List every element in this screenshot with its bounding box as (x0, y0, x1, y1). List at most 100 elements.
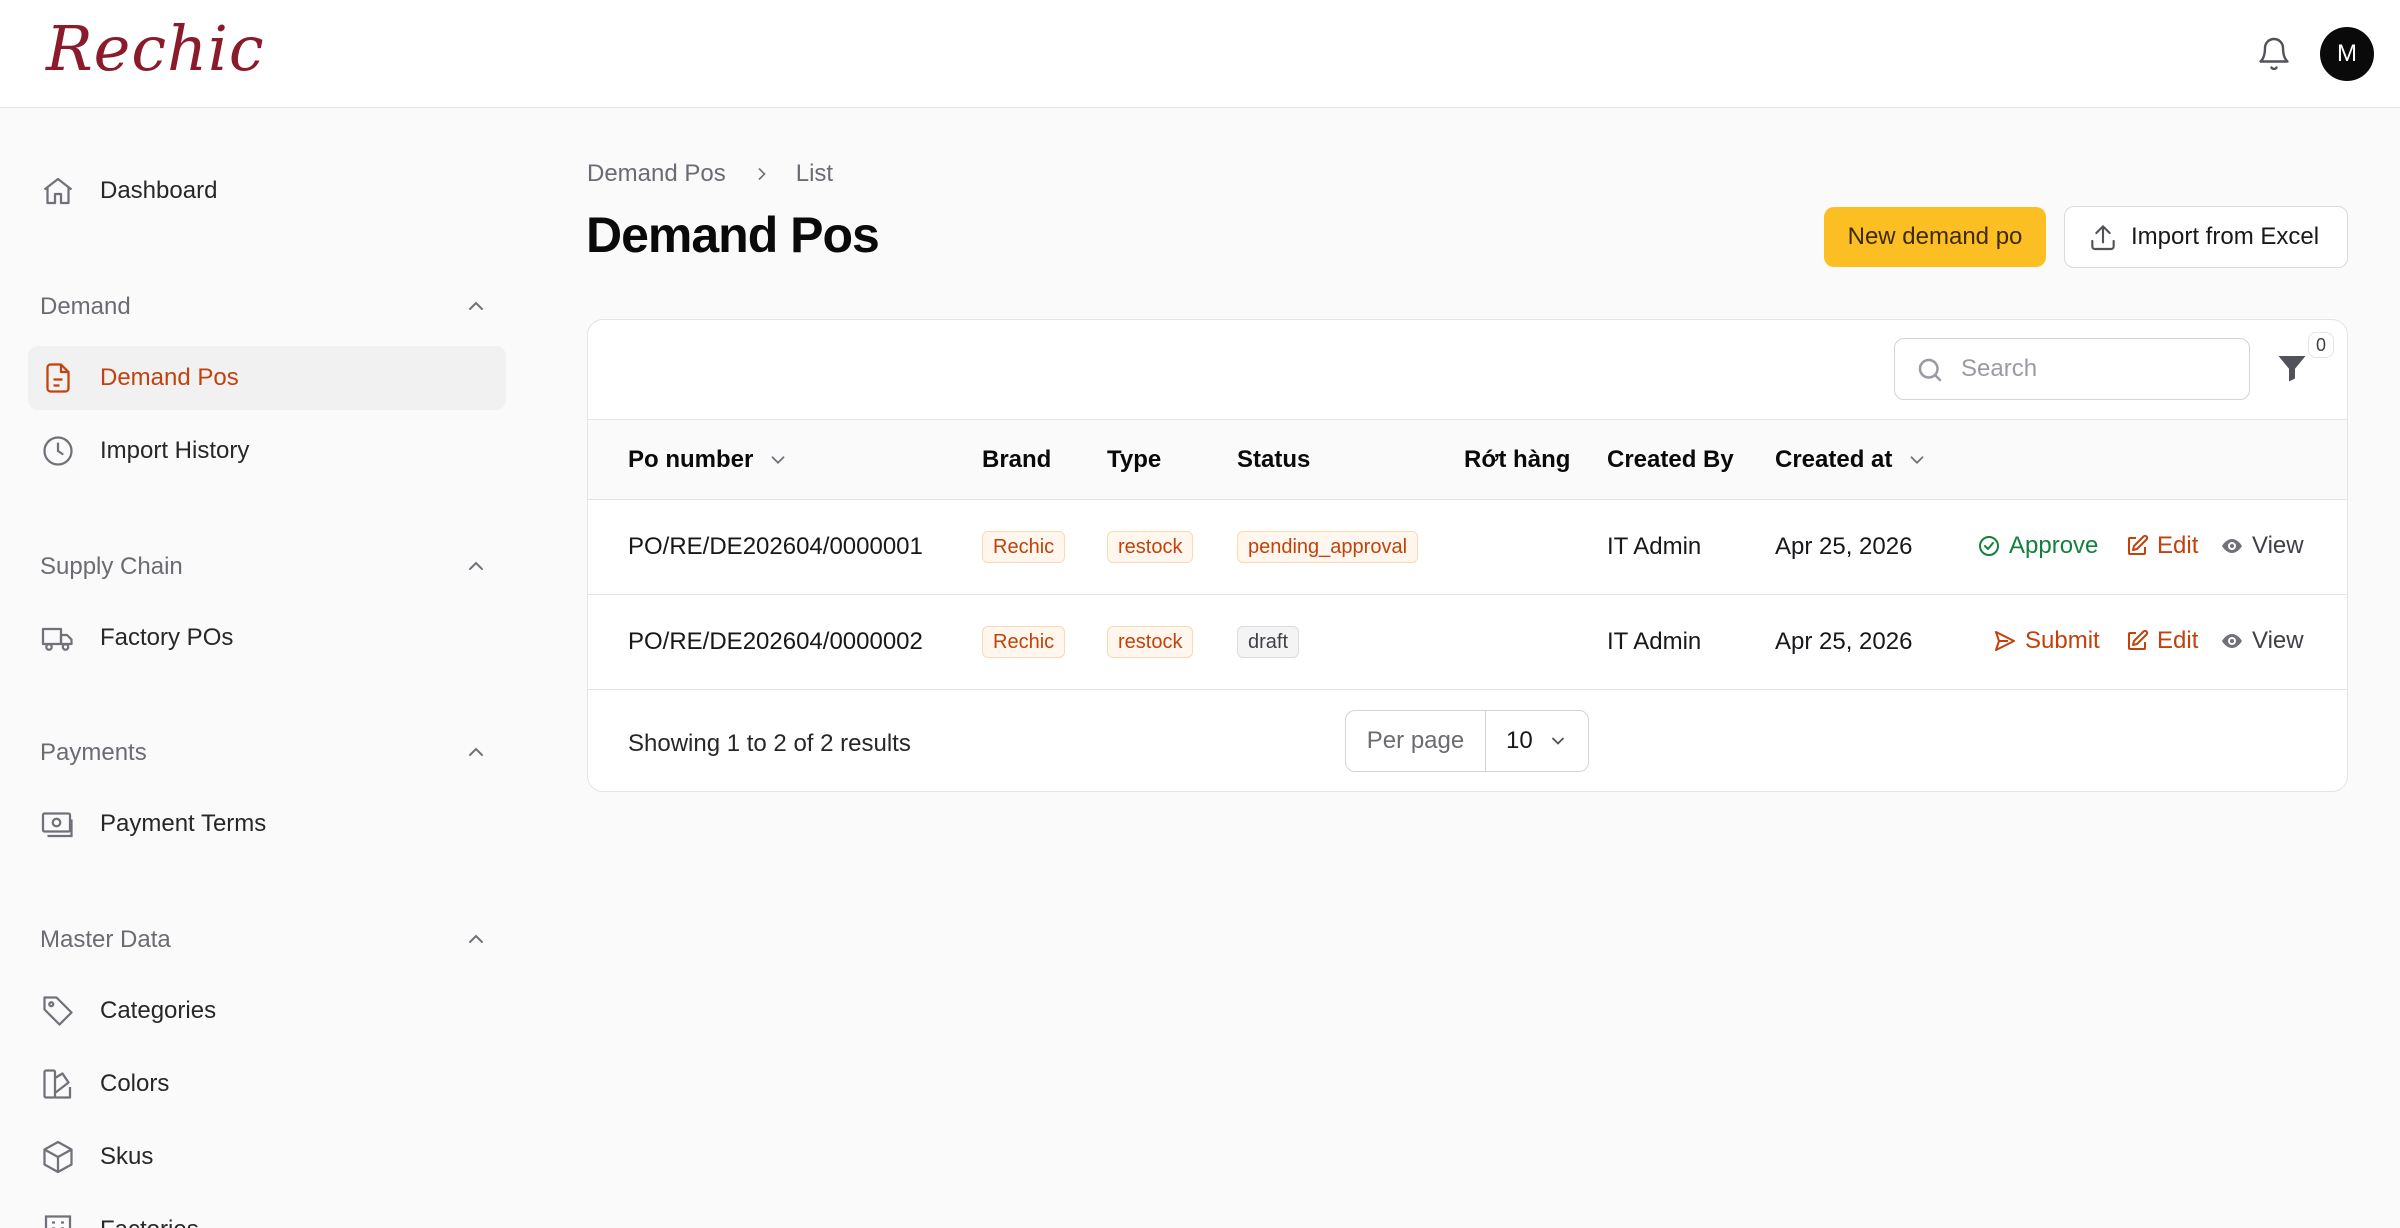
filter-icon[interactable] (2274, 350, 2310, 386)
banknote-icon (41, 812, 73, 838)
sidebar-group-demand: Demand (40, 293, 131, 320)
sidebar-item-skus[interactable]: Skus (28, 1125, 506, 1189)
home-icon (43, 177, 73, 205)
search-box[interactable] (1894, 338, 2250, 400)
column-header-type: Type (1107, 446, 1162, 473)
sidebar-item-factory-pos[interactable]: Factory POs (28, 606, 506, 670)
column-header-rot-hang: Rớt hàng (1464, 446, 1571, 473)
submit-button[interactable]: Submit (1993, 627, 2100, 655)
clock-icon (43, 436, 73, 466)
breadcrumb-parent-link[interactable]: Demand Pos (587, 160, 726, 188)
sidebar-item-label: Skus (100, 1143, 154, 1170)
column-header-po-number[interactable]: Po number (628, 446, 789, 474)
cell-created-by: IT Admin (1607, 628, 1702, 655)
approve-button[interactable]: Approve (1977, 532, 2098, 560)
sidebar-item-label: Factories (100, 1216, 199, 1228)
view-button[interactable]: View (2220, 532, 2304, 560)
building-icon (44, 1215, 72, 1228)
sidebar-item-label: Import History (100, 437, 250, 464)
status-badge: draft (1237, 626, 1300, 658)
action-label: View (2252, 627, 2304, 654)
sidebar-item-demand-pos[interactable]: Demand Pos (28, 346, 506, 410)
import-from-excel-button[interactable]: Import from Excel (2064, 206, 2348, 268)
chevron-down-icon (1910, 456, 1924, 465)
page-title: Demand Pos (586, 207, 880, 263)
chevron-right-icon (758, 168, 766, 180)
send-icon (1995, 631, 2015, 651)
chevron-up-icon[interactable] (464, 294, 488, 318)
swatch-icon (43, 1069, 72, 1099)
tag-icon (43, 996, 73, 1026)
search-icon (1918, 358, 1942, 382)
app-logo[interactable]: Rechic (46, 12, 265, 85)
per-page-select[interactable]: Per page 10 (1345, 710, 1589, 772)
column-header-status: Status (1237, 446, 1311, 473)
search-input[interactable] (1961, 351, 2231, 387)
eye-icon (2222, 539, 2242, 553)
chevron-down-icon (771, 456, 785, 465)
column-label: Created at (1775, 446, 1893, 473)
sidebar-item-import-history[interactable]: Import History (28, 419, 506, 483)
upload-icon (2091, 225, 2115, 251)
check-circle-icon (1979, 536, 1999, 556)
type-badge: restock (1107, 531, 1194, 563)
user-avatar[interactable]: M (2320, 27, 2374, 81)
view-button[interactable]: View (2220, 627, 2304, 655)
brand-badge: Rechic (982, 626, 1066, 658)
chevron-up-icon[interactable] (464, 554, 488, 578)
sidebar-item-label: Factory POs (100, 624, 234, 651)
chevron-up-icon[interactable] (464, 740, 488, 764)
cell-created-at: Apr 25, 2026 (1775, 628, 1913, 655)
cell-created-at: Apr 25, 2026 (1775, 533, 1913, 560)
cell-po-number: PO/RE/DE202604/0000001 (628, 533, 923, 560)
action-label: Edit (2157, 627, 2199, 654)
new-demand-po-button[interactable]: New demand po (1824, 207, 2046, 267)
notifications-bell-icon[interactable] (2256, 34, 2292, 74)
column-header-created-at[interactable]: Created at (1775, 446, 1928, 474)
chevron-down-icon (1552, 737, 1564, 745)
sidebar-item-label: Colors (100, 1070, 170, 1097)
sidebar-item-factories[interactable]: Factories (28, 1198, 506, 1228)
action-label: Approve (2009, 532, 2099, 559)
per-page-selected: 10 (1506, 727, 1533, 754)
import-button-label: Import from Excel (2131, 223, 2320, 250)
sidebar-item-label: Demand Pos (100, 364, 239, 391)
truck-icon (41, 627, 73, 651)
column-header-created-by: Created By (1607, 446, 1734, 473)
filter-count-badge: 0 (2308, 332, 2334, 358)
edit-button[interactable]: Edit (2125, 532, 2198, 560)
sidebar-group-payments: Payments (40, 739, 147, 766)
sidebar-item-dashboard[interactable]: Dashboard (28, 159, 506, 223)
type-badge: restock (1107, 626, 1194, 658)
sidebar-item-categories[interactable]: Categories (28, 979, 506, 1043)
column-header-brand: Brand (982, 446, 1052, 473)
status-badge: pending_approval (1237, 531, 1419, 563)
edit-icon (2128, 629, 2149, 650)
breadcrumb: Demand Pos List (587, 160, 833, 188)
sidebar-item-label: Payment Terms (100, 810, 267, 837)
sidebar-item-label: Categories (100, 997, 217, 1024)
per-page-label: Per page (1346, 711, 1486, 771)
sidebar-item-label: Dashboard (100, 177, 218, 204)
per-page-value[interactable]: 10 (1486, 711, 1588, 771)
sidebar-item-payment-terms[interactable]: Payment Terms (28, 792, 506, 856)
sidebar-group-master-data: Master Data (40, 926, 171, 953)
action-label: Submit (2025, 627, 2100, 654)
table-header: Po number Brand Type Status Rớt hàng Cre… (588, 419, 2347, 500)
breadcrumb-current: List (795, 160, 834, 187)
cube-icon (43, 1140, 73, 1174)
document-icon (46, 363, 70, 393)
cell-created-by: IT Admin (1607, 533, 1702, 560)
brand-badge: Rechic (982, 531, 1066, 563)
cell-po-number: PO/RE/DE202604/0000002 (628, 628, 923, 655)
chevron-up-icon[interactable] (464, 927, 488, 951)
column-label: Po number (628, 446, 754, 473)
pagination-summary: Showing 1 to 2 of 2 results (628, 730, 911, 757)
action-label: View (2252, 532, 2304, 559)
sidebar-item-colors[interactable]: Colors (28, 1052, 506, 1116)
demand-pos-table-card: 0 Po number Brand Type Status Rớt hàng C… (587, 319, 2348, 792)
edit-icon (2128, 534, 2149, 555)
sidebar-group-supply-chain: Supply Chain (40, 553, 183, 580)
edit-button[interactable]: Edit (2125, 627, 2198, 655)
eye-icon (2222, 634, 2242, 648)
